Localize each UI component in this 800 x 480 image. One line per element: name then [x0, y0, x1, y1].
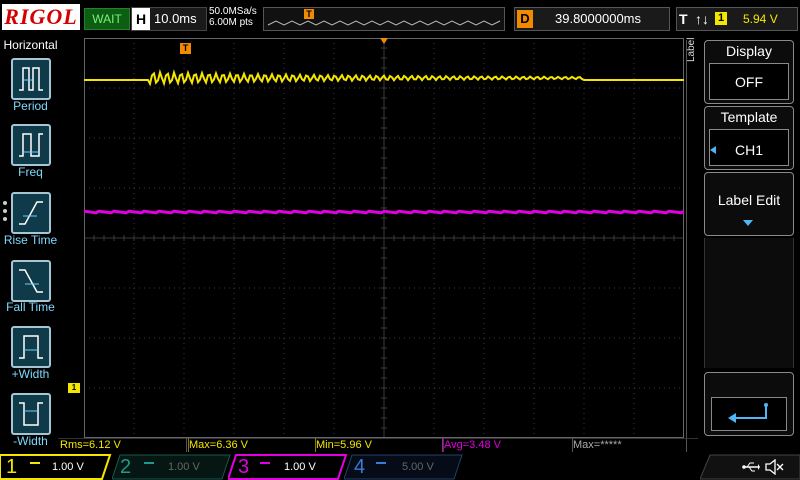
ch1-scale: 1.00 V — [52, 461, 84, 473]
period-icon — [19, 67, 43, 91]
channel-status-bar: 1 1.00 V 2 1.00 V 3 1.00 V 4 5.00 V — [0, 454, 800, 480]
negative-width-button[interactable] — [11, 393, 51, 435]
label-edit-down-arrow-icon — [743, 220, 753, 226]
waveform-grid — [83, 37, 685, 439]
ch4-tab[interactable]: 4 5.00 V — [344, 454, 463, 480]
positive-width-label: +Width — [11, 367, 50, 381]
measurement-min[interactable]: Min=5.96 V — [316, 438, 443, 452]
waveform-display[interactable] — [83, 37, 685, 439]
delay-value: 39.8000000ms — [555, 11, 642, 26]
right-menu-empty-area — [704, 238, 794, 368]
ch3-coupling-icon — [260, 462, 270, 464]
fall-time-icon — [19, 269, 43, 293]
display-menu-button[interactable]: Display OFF — [704, 40, 794, 104]
ch3-scale: 1.00 V — [284, 461, 316, 473]
return-button[interactable] — [704, 372, 794, 436]
delay-label: D — [517, 10, 533, 28]
rigol-logo: RIGOL — [2, 4, 80, 30]
left-menu-title: Horizontal — [3, 38, 58, 52]
measurement-rms[interactable]: Rms=6.12 V — [60, 438, 187, 452]
trigger-box[interactable]: T ↑↓ 1 5.94 V — [676, 7, 798, 31]
memory-trigger-marker: T — [304, 9, 314, 19]
ch3-waveform — [83, 209, 685, 215]
horizontal-timebase-box[interactable]: H 10.0ms — [131, 7, 207, 31]
positive-width-button[interactable] — [11, 326, 51, 368]
horizontal-center-marker — [380, 38, 388, 44]
rise-time-label: Rise Time — [3, 233, 58, 247]
template-menu-button[interactable]: Template CH1 — [704, 106, 794, 170]
period-button[interactable] — [11, 58, 51, 100]
frequency-icon — [19, 133, 43, 157]
display-value: OFF — [735, 74, 763, 90]
period-label: Period — [13, 99, 48, 113]
fall-time-button[interactable] — [11, 260, 51, 302]
trigger-label: T — [679, 11, 688, 27]
rise-time-button[interactable] — [11, 192, 51, 234]
ch2-scale: 1.00 V — [168, 461, 200, 473]
ch4-number: 4 — [354, 456, 366, 478]
acquisition-info: 50.0MSa/s 6.00M pts — [209, 6, 257, 28]
negative-width-label: -Width — [13, 434, 48, 448]
positive-width-icon — [19, 335, 43, 359]
timebase-value: 10.0ms — [154, 11, 197, 26]
return-button-inner — [711, 397, 787, 431]
speaker-muted-icon[interactable] — [764, 459, 784, 475]
horizontal-label: H — [132, 8, 150, 30]
right-menu-divider — [686, 40, 701, 452]
ch2-number: 2 — [120, 456, 132, 478]
sample-rate: 50.0MSa/s — [209, 6, 257, 17]
horizontal-measure-menu: Horizontal Period Freq Rise Time Fall Ti… — [0, 38, 61, 452]
freq-label: Freq — [18, 165, 43, 179]
page-dot — [3, 217, 7, 221]
run-state-indicator[interactable]: WAIT — [84, 8, 130, 30]
ch4-scale: 5.00 V — [402, 461, 434, 473]
trigger-source-badge: 1 — [715, 12, 727, 25]
top-status-bar: RIGOL WAIT H 10.0ms 50.0MSa/s 6.00M pts … — [0, 0, 800, 36]
memory-overview-waveform — [267, 20, 501, 26]
ch1-ground-marker[interactable]: 1 — [68, 383, 80, 393]
ch3-tab[interactable]: 3 1.00 V — [228, 454, 348, 480]
measurement-max-invalid[interactable]: Max=***** — [573, 438, 697, 452]
page-dot — [3, 209, 7, 213]
template-value: CH1 — [734, 142, 763, 158]
ch2-coupling-icon — [144, 462, 154, 464]
trigger-slope-icon: ↑↓ — [695, 11, 709, 27]
ch3-number: 3 — [238, 456, 250, 478]
ch1-coupling-icon — [30, 462, 40, 464]
ch4-coupling-icon — [376, 462, 386, 464]
ch1-tab[interactable]: 1 1.00 V — [0, 454, 112, 480]
measurement-avg[interactable]: Avg=3.48 V — [443, 438, 573, 452]
negative-width-icon — [19, 402, 43, 426]
memory-depth: 6.00M pts — [209, 17, 253, 28]
display-title: Display — [726, 43, 772, 59]
template-title: Template — [720, 109, 778, 125]
memory-overview-strip[interactable]: T — [263, 7, 505, 31]
fall-time-label: Fall Time — [6, 300, 55, 314]
label-edit-button[interactable]: Label Edit — [704, 172, 794, 236]
usb-icon[interactable] — [742, 461, 760, 473]
label-edit-title: Label Edit — [717, 192, 781, 208]
page-dot — [3, 201, 7, 205]
grid-lines — [83, 37, 685, 439]
measurement-max[interactable]: Max=6.36 V — [188, 438, 316, 452]
ch2-tab[interactable]: 2 1.00 V — [112, 454, 231, 480]
return-arrow-icon — [728, 403, 768, 423]
trigger-level-value: 5.94 V — [743, 12, 778, 26]
rise-time-icon — [19, 201, 43, 225]
delay-box[interactable]: D 39.8000000ms — [514, 7, 670, 31]
ch1-number: 1 — [6, 456, 18, 478]
freq-button[interactable] — [11, 124, 51, 166]
trigger-position-marker[interactable]: T — [180, 43, 191, 54]
